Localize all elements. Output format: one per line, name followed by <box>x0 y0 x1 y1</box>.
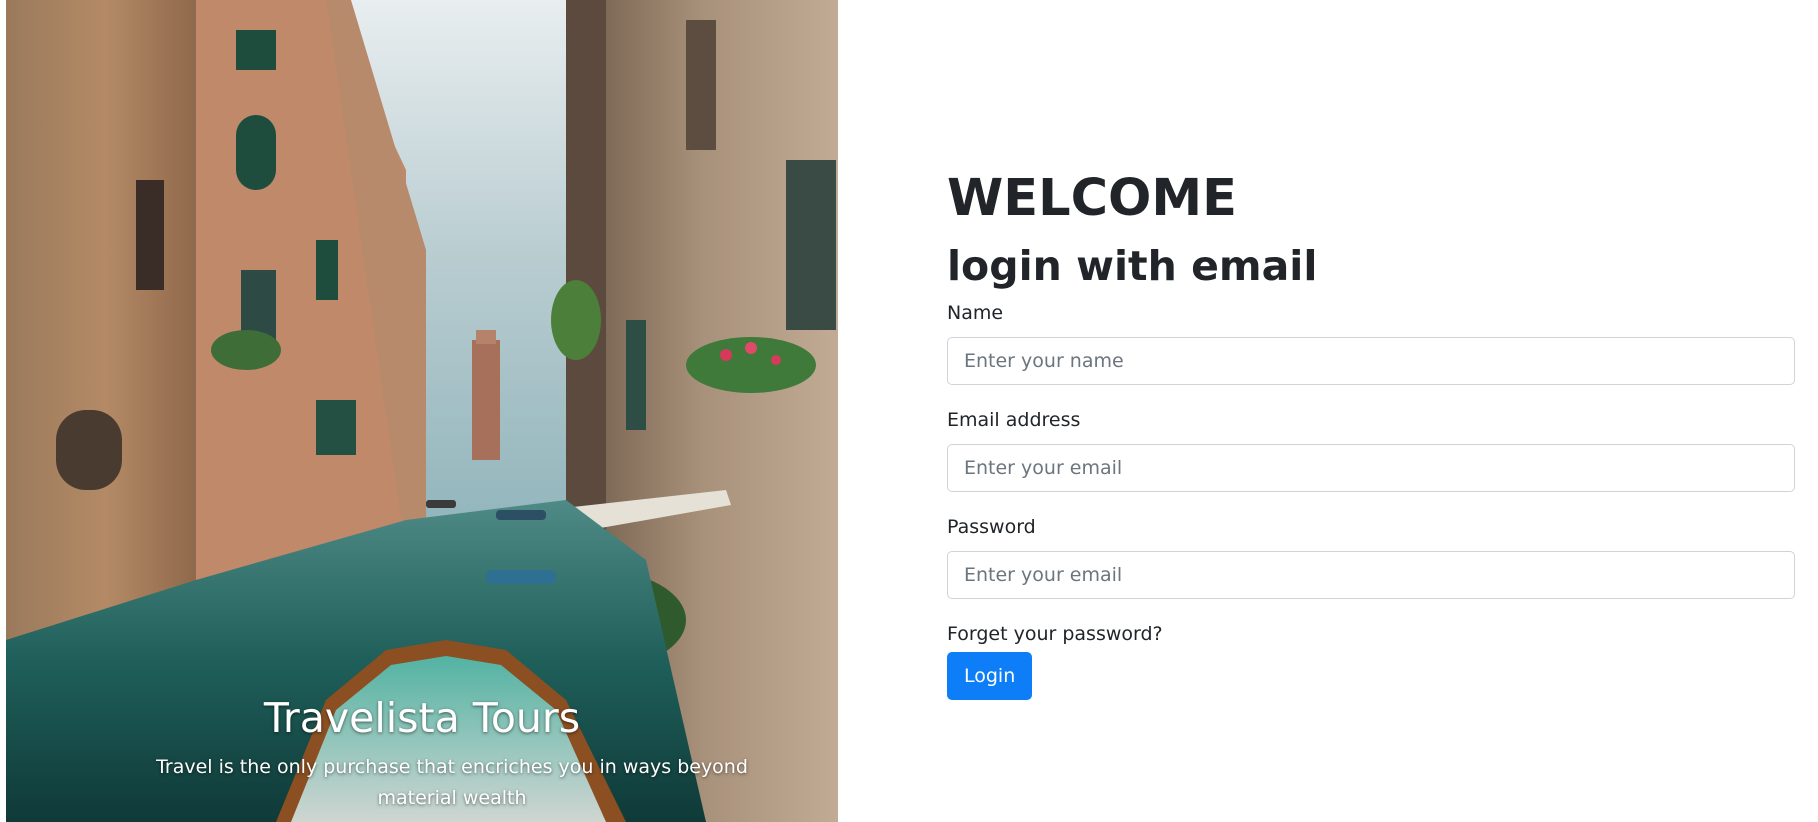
email-label: Email address <box>947 409 1081 431</box>
hero-panel: Travelista Tours Travel is the only purc… <box>6 0 838 822</box>
email-field-group: Email address <box>947 406 1795 492</box>
forgot-password-link[interactable]: Forget your password? <box>947 620 1795 648</box>
email-input[interactable] <box>947 444 1795 492</box>
login-page: Travelista Tours Travel is the only purc… <box>0 0 1818 822</box>
password-field-group: Password <box>947 513 1795 599</box>
welcome-heading: WELCOME <box>947 169 1237 228</box>
hero-tagline: Travel is the only purchase that encrich… <box>156 756 748 809</box>
password-input[interactable] <box>947 551 1795 599</box>
login-button[interactable]: Login <box>947 652 1033 700</box>
name-input[interactable] <box>947 337 1795 385</box>
login-subtitle: login with email <box>947 242 1318 290</box>
name-label: Name <box>947 302 1004 324</box>
name-field-group: Name <box>947 299 1795 385</box>
hero-title: Travelista Tours <box>263 694 581 742</box>
login-form: WELCOME login with email Name Email addr… <box>947 165 1795 700</box>
password-label: Password <box>947 516 1036 538</box>
